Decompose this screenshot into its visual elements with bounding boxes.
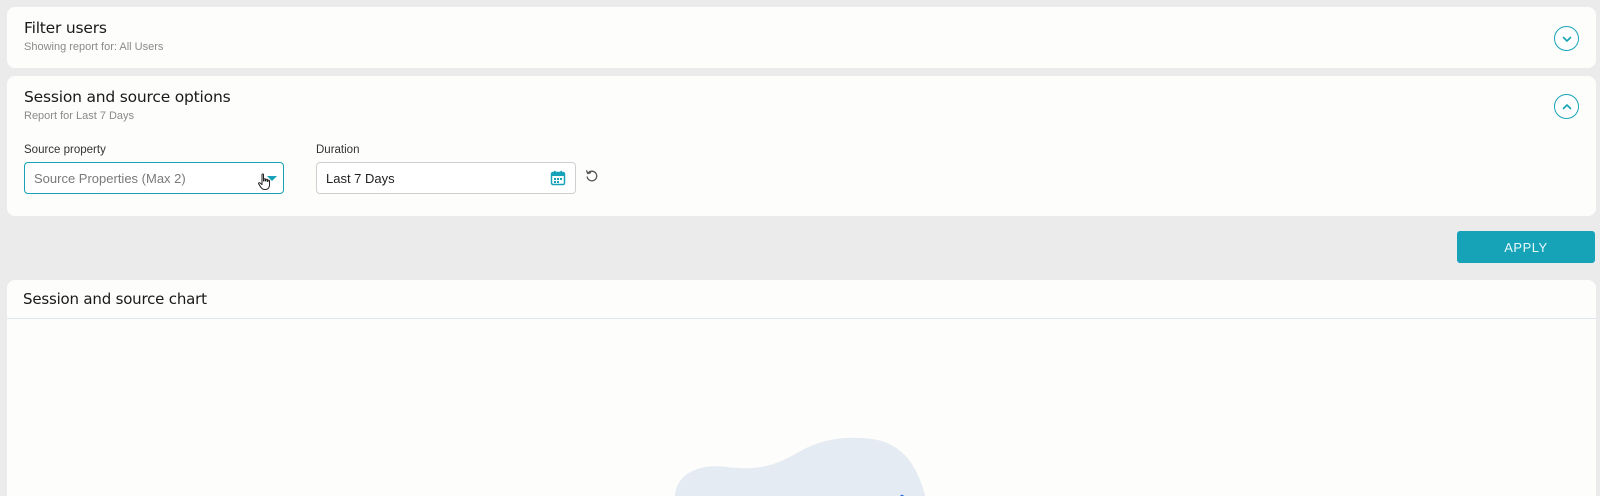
- filter-users-subtitle: Showing report for: All Users: [24, 41, 164, 53]
- source-property-label: Source property: [24, 144, 106, 156]
- chevron-up-icon: [1562, 103, 1571, 109]
- empty-state-illustration: [675, 437, 925, 496]
- filter-users-panel: Filter users Showing report for: All Use…: [7, 7, 1596, 68]
- source-property-select[interactable]: Source Properties (Max 2): [24, 162, 284, 194]
- hand-cursor-icon: [258, 173, 270, 190]
- source-property-placeholder: Source Properties (Max 2): [34, 170, 186, 186]
- session-source-chart-panel: Session and source chart: [7, 280, 1596, 496]
- report-page: Filter users Showing report for: All Use…: [0, 0, 1600, 496]
- session-options-collapse-button[interactable]: [1554, 94, 1579, 119]
- session-options-subtitle: Report for Last 7 Days: [24, 110, 135, 122]
- duration-value: Last 7 Days: [326, 170, 395, 186]
- session-source-options-panel: Session and source options Report for La…: [7, 76, 1596, 216]
- chart-title: Session and source chart: [23, 290, 207, 308]
- filter-users-expand-button[interactable]: [1554, 26, 1579, 51]
- duration-label: Duration: [316, 144, 360, 156]
- apply-button[interactable]: APPLY: [1457, 231, 1595, 263]
- filter-users-title: Filter users: [24, 19, 107, 37]
- duration-date-picker[interactable]: Last 7 Days: [316, 162, 576, 194]
- reset-icon[interactable]: [585, 169, 599, 183]
- session-options-title: Session and source options: [24, 88, 231, 106]
- calendar-icon[interactable]: [550, 170, 566, 186]
- chevron-down-icon: [1562, 36, 1571, 42]
- chart-header: Session and source chart: [7, 280, 1596, 319]
